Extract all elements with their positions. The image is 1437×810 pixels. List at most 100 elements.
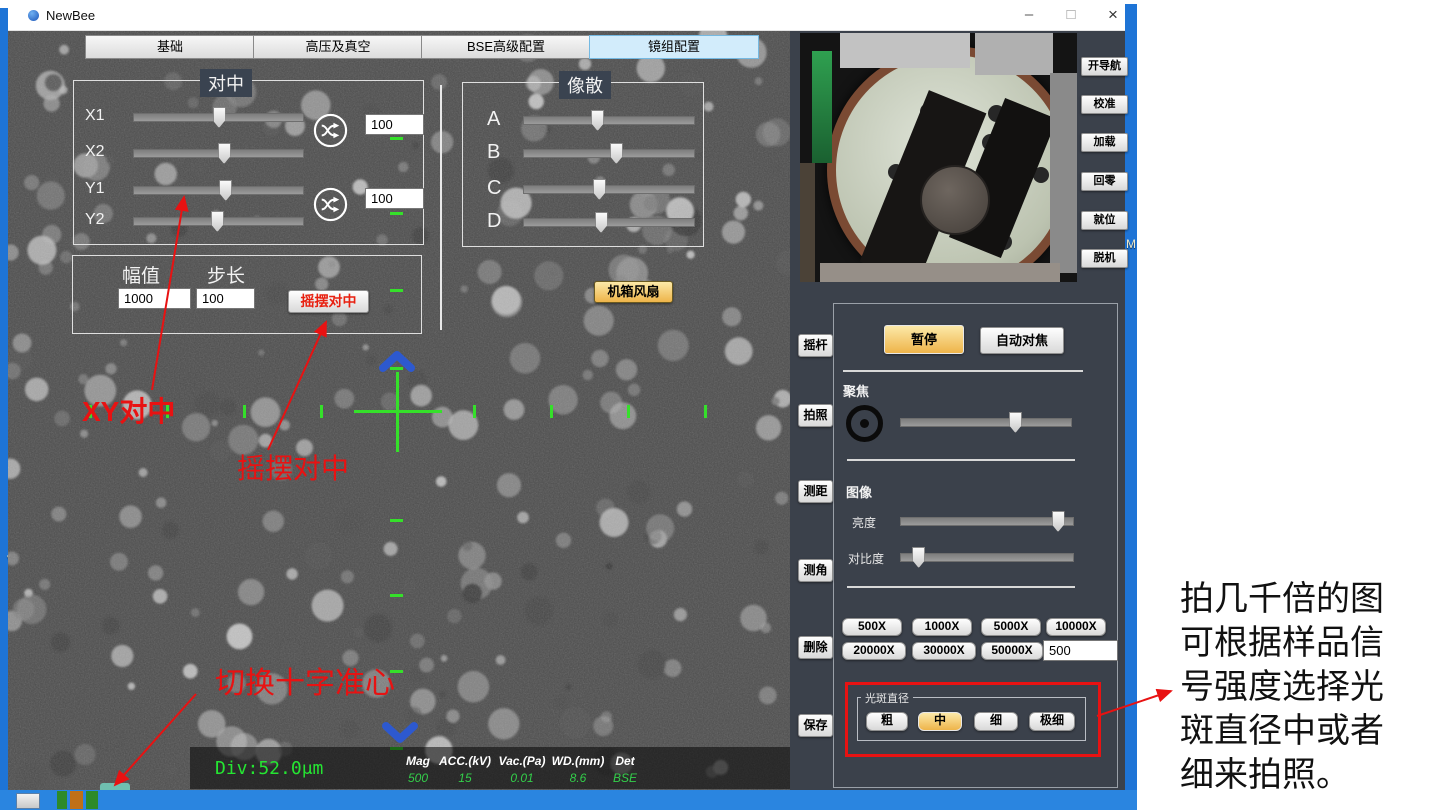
maximize-button[interactable]: □: [1056, 4, 1086, 26]
tool-button-save[interactable]: 保存: [798, 714, 833, 737]
slider-label-c: C: [487, 177, 501, 200]
nav-button-offline[interactable]: 脱机: [1081, 249, 1128, 268]
tool-button-joystick[interactable]: 摇杆: [798, 334, 833, 357]
pause-button[interactable]: 暂停: [884, 325, 964, 354]
slider-a[interactable]: [523, 116, 695, 125]
wobble-y-value-input[interactable]: [365, 188, 424, 209]
sample-stage-disc: [827, 46, 1075, 282]
tool-button-measure-distance[interactable]: 测距: [798, 480, 833, 503]
wobble-y-icon[interactable]: [312, 186, 349, 223]
taskbar-icon[interactable]: [70, 791, 83, 809]
panel-divider: [847, 586, 1075, 588]
slider-c[interactable]: [523, 185, 695, 194]
app-icon: [28, 10, 39, 21]
slider-label-x2: X2: [85, 143, 105, 161]
crosshair-tick: [473, 405, 476, 418]
desktop-strip-left: [0, 8, 8, 790]
mag-button-50000x[interactable]: 50000X: [981, 642, 1043, 660]
mag-button-500x[interactable]: 500X: [842, 618, 902, 636]
div-scale-readout: Div:52.0μm: [215, 758, 323, 779]
annotation-swing-centering: 摇摆对中: [237, 447, 349, 487]
close-button[interactable]: ×: [1098, 4, 1128, 26]
annotation-xy-centering: XY对中: [82, 390, 175, 430]
focus-label: 聚焦: [843, 381, 869, 400]
annotation-crosshair-toggle: 切换十字准心: [215, 658, 395, 702]
wobble-x-icon[interactable]: [312, 112, 349, 149]
tool-button-delete[interactable]: 删除: [798, 636, 833, 659]
focus-record-icon[interactable]: [846, 405, 883, 442]
brightness-slider[interactable]: [900, 517, 1074, 526]
status-header-det: Det: [585, 754, 665, 768]
step-input[interactable]: [196, 288, 255, 309]
slider-label-d: D: [487, 210, 501, 233]
taskbar-app-icon[interactable]: [16, 793, 40, 809]
slider-y1[interactable]: [133, 186, 304, 195]
desktop-strip-right: [1125, 4, 1137, 790]
slider-label-x1: X1: [85, 107, 105, 125]
slider-label-b: B: [487, 141, 500, 164]
crosshair-tick: [390, 519, 403, 522]
slider-label-y1: Y1: [85, 180, 105, 198]
stage-center-stub: [920, 165, 990, 235]
crosshair-tick: [320, 405, 323, 418]
slider-x2[interactable]: [133, 149, 304, 158]
nav-button-in-position[interactable]: 就位: [1081, 211, 1128, 230]
centering-panel-title: 对中: [200, 69, 252, 97]
slider-label-a: A: [487, 108, 500, 131]
crosshair-tick: [243, 405, 246, 418]
slider-label-y2: Y2: [85, 211, 105, 229]
crosshair-tick: [704, 405, 707, 418]
crosshair-tick: [627, 405, 630, 418]
panel-divider: [843, 370, 1083, 372]
focus-slider[interactable]: [900, 418, 1072, 427]
tab-bse-advanced[interactable]: BSE高级配置: [421, 35, 591, 59]
taskbar[interactable]: [0, 790, 1137, 810]
crosshair-tick: [390, 594, 403, 597]
mag-button-10000x[interactable]: 10000X: [1046, 618, 1106, 636]
tool-button-snapshot[interactable]: 拍照: [798, 404, 833, 427]
magnification-input[interactable]: [1043, 640, 1118, 661]
chassis-fan-button[interactable]: 机箱风扇: [594, 281, 673, 303]
swing-centering-button[interactable]: 摇摆对中: [288, 290, 369, 313]
contrast-label: 对比度: [848, 550, 884, 567]
annotation-note: 拍几千倍的图 可根据样品信 号强度选择光 斑直径中或者 细来拍照。: [1180, 578, 1436, 798]
mag-button-5000x[interactable]: 5000X: [981, 618, 1041, 636]
slider-b[interactable]: [523, 149, 695, 158]
wobble-x-value-input[interactable]: [365, 114, 424, 135]
image-section-label: 图像: [846, 482, 872, 501]
tab-hv-vacuum[interactable]: 高压及真空: [253, 35, 423, 59]
slider-y2[interactable]: [133, 217, 304, 226]
slider-x1[interactable]: [133, 113, 304, 122]
nav-button-load[interactable]: 加载: [1081, 133, 1128, 152]
mag-button-20000x[interactable]: 20000X: [842, 642, 906, 660]
mag-button-30000x[interactable]: 30000X: [912, 642, 976, 660]
amplitude-input[interactable]: [118, 288, 191, 309]
taskbar-icon[interactable]: [57, 791, 67, 809]
step-label: 步长: [207, 261, 245, 288]
tool-button-measure-angle[interactable]: 测角: [798, 559, 833, 582]
amplitude-label: 幅值: [122, 261, 160, 288]
window-title: NewBee: [46, 8, 95, 23]
tab-basic[interactable]: 基础: [85, 35, 255, 59]
panel-divider: [847, 459, 1075, 461]
status-bar: Div:52.0μm Mag ACC.(kV) Vac.(Pa) WD.(mm)…: [190, 747, 790, 789]
autofocus-button[interactable]: 自动对焦: [980, 327, 1064, 354]
nav-button-calibrate[interactable]: 校准: [1081, 95, 1128, 114]
status-value-det: BSE: [585, 771, 665, 785]
contrast-slider[interactable]: [900, 553, 1074, 562]
tab-lens-config[interactable]: 镜组配置: [589, 35, 759, 59]
screenshot-canvas: T V M NewBee – □ × 基础 高压及真空 BSE高级配置 镜组配置…: [0, 0, 1437, 810]
nav-button-home[interactable]: 回零: [1081, 172, 1128, 191]
chamber-camera-view: [800, 33, 1077, 282]
mag-button-1000x[interactable]: 1000X: [912, 618, 972, 636]
annotation-highlight-rect: [845, 682, 1101, 757]
crosshair-tick: [390, 367, 403, 370]
minimize-button[interactable]: –: [1014, 4, 1044, 26]
crosshair-vertical-line: [396, 372, 399, 452]
astigmatism-panel-title: 像散: [559, 71, 611, 99]
taskbar-icon[interactable]: [86, 791, 98, 809]
brightness-label: 亮度: [852, 514, 876, 531]
nav-button-open-navigation[interactable]: 开导航: [1081, 57, 1128, 76]
panel-divider-line: [440, 85, 442, 330]
slider-d[interactable]: [523, 218, 695, 227]
